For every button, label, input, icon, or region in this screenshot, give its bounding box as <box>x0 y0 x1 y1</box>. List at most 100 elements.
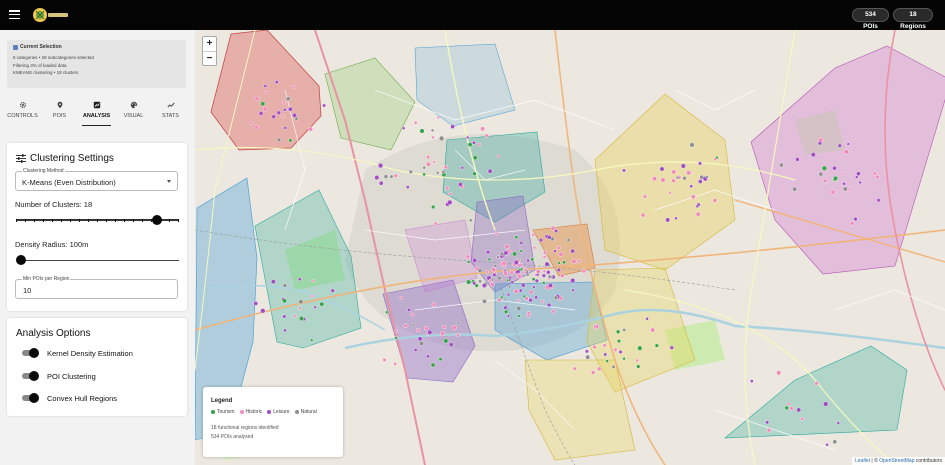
poi-marker[interactable] <box>448 342 454 347</box>
poi-marker[interactable] <box>427 329 433 335</box>
poi-marker[interactable] <box>843 149 849 155</box>
poi-marker[interactable] <box>823 178 828 183</box>
poi-marker[interactable] <box>330 288 335 293</box>
clustering-method-select[interactable]: Clustering Method K-Means (Even Distribu… <box>15 168 178 191</box>
poi-marker[interactable] <box>490 282 495 287</box>
poi-marker[interactable] <box>503 309 509 314</box>
poi-marker[interactable] <box>282 283 288 288</box>
poi-marker[interactable] <box>585 354 591 360</box>
poi-marker[interactable] <box>496 154 500 158</box>
poi-marker[interactable] <box>765 420 770 425</box>
poi-marker[interactable] <box>497 297 502 303</box>
poi-marker[interactable] <box>413 120 418 125</box>
poi-marker[interactable] <box>876 198 881 203</box>
poi-marker[interactable] <box>487 168 493 174</box>
poi-marker[interactable] <box>486 250 491 255</box>
poi-marker[interactable] <box>686 170 692 176</box>
poi-marker[interactable] <box>571 258 577 264</box>
poi-marker[interactable] <box>313 305 317 309</box>
poi-marker[interactable] <box>411 323 416 327</box>
poi-marker[interactable] <box>262 106 268 112</box>
region-count-chip[interactable]: 18 Regions <box>893 8 933 30</box>
poi-marker[interactable] <box>833 175 838 181</box>
poi-marker[interactable] <box>645 317 649 321</box>
poi-marker[interactable] <box>659 166 665 172</box>
poi-marker[interactable] <box>531 232 536 237</box>
poi-marker[interactable] <box>297 277 302 282</box>
poi-marker[interactable] <box>558 251 564 257</box>
poi-marker[interactable] <box>823 401 829 407</box>
poi-marker[interactable] <box>570 248 576 254</box>
poi-marker[interactable] <box>418 340 424 346</box>
poi-marker[interactable] <box>422 172 426 177</box>
poi-marker[interactable] <box>594 324 600 329</box>
poi-marker[interactable] <box>556 245 561 250</box>
poi-marker[interactable] <box>635 358 639 363</box>
poi-marker[interactable] <box>516 306 522 312</box>
poi-marker[interactable] <box>423 326 429 331</box>
poi-marker[interactable] <box>263 84 268 88</box>
poi-marker[interactable] <box>291 85 296 89</box>
poi-marker[interactable] <box>410 312 415 317</box>
poi-marker[interactable] <box>394 336 398 340</box>
poi-marker[interactable] <box>522 294 526 299</box>
poi-marker[interactable] <box>510 280 515 284</box>
poi-marker[interactable] <box>538 238 544 243</box>
poi-marker[interactable] <box>260 308 266 314</box>
poi-marker[interactable] <box>311 279 315 283</box>
poi-marker[interactable] <box>506 314 511 318</box>
poi-marker[interactable] <box>622 168 626 173</box>
poi-marker[interactable] <box>546 270 551 275</box>
poi-marker[interactable] <box>846 187 851 192</box>
poi-marker[interactable] <box>787 402 791 406</box>
poi-marker[interactable] <box>697 179 703 184</box>
poi-marker[interactable] <box>846 142 850 146</box>
poi-marker[interactable] <box>439 135 445 142</box>
poi-marker[interactable] <box>471 140 476 145</box>
poi-marker[interactable] <box>493 264 498 268</box>
poi-marker[interactable] <box>856 171 861 176</box>
poi-marker[interactable] <box>712 198 718 203</box>
poi-marker[interactable] <box>570 278 576 284</box>
poi-marker[interactable] <box>282 314 287 319</box>
poi-marker[interactable] <box>532 245 537 250</box>
zoom-in-button[interactable]: + <box>203 37 216 51</box>
poi-marker[interactable] <box>488 278 492 282</box>
poi-marker[interactable] <box>544 261 550 267</box>
poi-marker[interactable] <box>534 278 539 283</box>
poi-marker[interactable] <box>528 297 533 303</box>
poi-marker[interactable] <box>605 359 609 363</box>
poi-marker[interactable] <box>394 329 399 333</box>
slider-thumb[interactable] <box>16 255 26 265</box>
poi-marker[interactable] <box>850 221 855 226</box>
poi-marker[interactable] <box>695 211 701 217</box>
poi-marker[interactable] <box>504 244 510 250</box>
poi-marker[interactable] <box>557 261 561 265</box>
poi-marker[interactable] <box>652 176 658 182</box>
poi-marker[interactable] <box>472 281 477 286</box>
poi-marker[interactable] <box>516 299 521 303</box>
poi-marker[interactable] <box>526 314 531 318</box>
poi-marker[interactable] <box>401 126 406 130</box>
toggle-switch[interactable] <box>21 348 39 358</box>
poi-marker[interactable] <box>689 184 694 188</box>
poi-marker[interactable] <box>572 366 577 371</box>
tab-stats[interactable]: STATS <box>152 96 189 126</box>
poi-marker[interactable] <box>431 302 437 307</box>
poi-marker[interactable] <box>492 272 497 277</box>
poi-marker[interactable] <box>858 180 862 185</box>
poi-marker[interactable] <box>611 364 616 369</box>
poi-marker[interactable] <box>853 217 858 222</box>
density-radius-slider[interactable] <box>16 255 179 265</box>
poi-marker[interactable] <box>322 103 327 108</box>
poi-marker[interactable] <box>467 142 473 148</box>
poi-marker[interactable] <box>249 121 254 125</box>
poi-marker[interactable] <box>399 296 404 300</box>
poi-marker[interactable] <box>298 306 302 310</box>
poi-marker[interactable] <box>389 174 394 179</box>
poi-marker[interactable] <box>507 284 512 289</box>
poi-marker[interactable] <box>441 169 446 174</box>
poi-marker[interactable] <box>689 142 695 148</box>
poi-marker[interactable] <box>481 283 487 289</box>
poi-marker[interactable] <box>258 111 264 116</box>
